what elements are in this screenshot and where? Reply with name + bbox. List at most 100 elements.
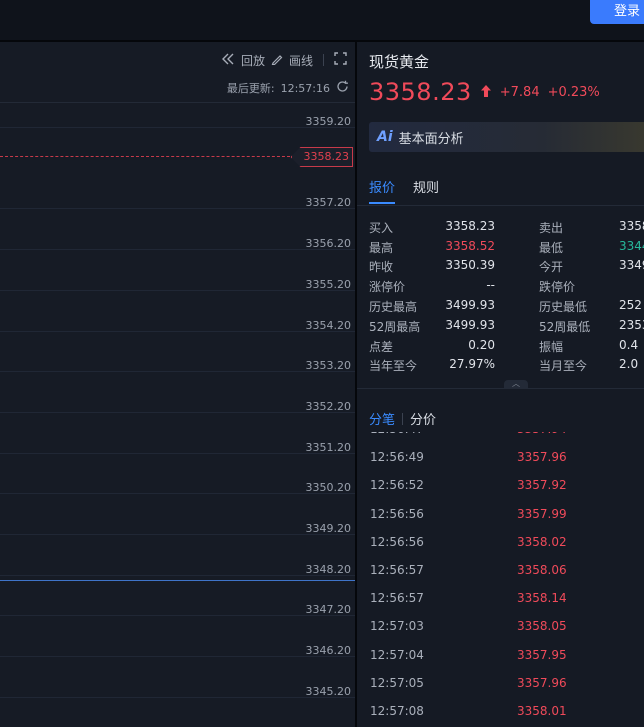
y-axis-label: 3345.20	[305, 685, 352, 698]
stat-label: 最高	[369, 241, 394, 255]
tick-time: 12:56:56	[370, 534, 424, 549]
price-chart[interactable]: 回放 画线 最后更新: 12:57:16 3359.20 3357.20 3356.…	[0, 42, 355, 727]
gridline	[0, 249, 355, 250]
detail-tabs: 报价 规则	[369, 177, 439, 204]
stat-row: 最高 3358.52 最低 3344	[369, 239, 644, 258]
trade-tabs: 分笔 分价	[369, 409, 436, 428]
toolbar-divider	[323, 54, 324, 66]
y-axis-label: 3350.20	[305, 481, 352, 494]
replay-button[interactable]: 回放	[241, 52, 265, 69]
stat-label: 当月至今	[539, 359, 588, 373]
y-axis-label: 3348.20	[305, 563, 352, 576]
tick-row: 12:57:04 3357.95	[370, 648, 630, 676]
login-button[interactable]: 登录	[590, 0, 644, 24]
gridline	[0, 371, 355, 372]
tick-time: 12:56:57	[370, 591, 424, 606]
stat-label: 52周最高	[369, 320, 421, 334]
tab-quote[interactable]: 报价	[369, 177, 396, 204]
top-bar: 登录	[0, 0, 644, 42]
collapse-chevron-icon[interactable]: ︿	[504, 380, 528, 388]
gridline	[0, 493, 355, 494]
stat-label: 跌停价	[539, 280, 576, 294]
tick-time: 12:56:52	[370, 478, 424, 493]
tick-row: 12:56:47 3357.94	[370, 432, 630, 450]
tick-price: 3357.95	[517, 647, 567, 662]
current-price-tag: 3358.23	[290, 147, 353, 167]
fullscreen-icon[interactable]	[334, 52, 347, 68]
stat-value: 3499.93	[445, 298, 495, 312]
stat-label: 振幅	[539, 340, 564, 354]
tick-price: 3358.06	[517, 563, 567, 577]
ai-logo-icon: Ai	[377, 129, 393, 145]
stat-value: 3499.93	[445, 318, 495, 332]
stat-row: 涨停价 -- 跌停价	[369, 278, 644, 297]
tab-ticks[interactable]: 分笔	[369, 409, 395, 428]
stat-value: 27.97%	[449, 357, 495, 371]
gridline	[0, 453, 355, 454]
tick-price: 3357.99	[517, 506, 567, 521]
stat-value: --	[486, 278, 495, 292]
tabs-divider	[357, 205, 644, 206]
draw-line-button[interactable]: 画线	[289, 52, 313, 69]
price-change: +7.84	[499, 84, 540, 100]
tick-price: 3357.92	[517, 478, 567, 493]
tick-time: 12:56:56	[370, 506, 424, 521]
tab-price-distribution[interactable]: 分价	[410, 409, 436, 428]
gridline	[0, 534, 355, 535]
price-change-pct: +0.23%	[547, 84, 600, 100]
stats-divider	[357, 388, 644, 389]
gridline	[0, 412, 355, 413]
stat-value: 3358	[619, 219, 644, 233]
pen-icon[interactable]	[271, 53, 283, 68]
stat-value: 252	[619, 298, 642, 312]
gridline	[0, 208, 355, 209]
last-update: 最后更新: 12:57:16	[227, 80, 349, 96]
y-axis-label: 3357.20	[305, 196, 352, 209]
tick-time: 12:57:03	[370, 619, 424, 634]
tick-price: 3358.05	[517, 619, 567, 634]
stat-value: 0.4	[619, 338, 639, 352]
tick-time: 12:56:57	[370, 563, 424, 577]
stat-value: 3358.23	[445, 219, 495, 233]
stat-value: 2353	[619, 318, 644, 332]
stat-label: 历史最高	[369, 300, 418, 314]
tick-price: 3357.94	[517, 432, 567, 436]
chart-header-divider	[0, 102, 355, 103]
stat-row: 历史最高 3499.93 历史最低 252	[369, 298, 644, 317]
tick-row: 12:56:56 3358.02	[370, 535, 630, 563]
chart-toolbar: 回放 画线	[221, 50, 347, 70]
ai-analysis-banner[interactable]: Ai 基本面分析	[369, 122, 644, 152]
y-axis-label: 3349.20	[305, 522, 352, 535]
tab-rules[interactable]: 规则	[413, 177, 439, 204]
gridline	[0, 290, 355, 291]
tick-price: 3357.96	[517, 450, 567, 465]
tick-time: 12:56:49	[370, 450, 424, 465]
refresh-icon[interactable]	[336, 80, 349, 96]
stat-label: 涨停价	[369, 280, 406, 294]
y-axis-label: 3352.20	[305, 400, 352, 413]
gridline	[0, 615, 355, 616]
y-axis-label: 3355.20	[305, 278, 352, 291]
last-price: 3358.23	[369, 78, 472, 106]
stat-label: 卖出	[539, 221, 564, 235]
tick-row: 12:57:08 3358.01	[370, 704, 630, 727]
y-axis-label: 3353.20	[305, 359, 352, 372]
stat-label: 买入	[369, 221, 394, 235]
tick-row: 12:57:03 3358.05	[370, 619, 630, 647]
quote-panel: 现货黄金 3358.23 +7.84 +0.23% Ai 基本面分析 报价 规则…	[357, 42, 644, 727]
tick-price: 3358.14	[517, 591, 567, 606]
stat-label: 昨收	[369, 260, 394, 274]
stat-value: 3350.39	[445, 258, 495, 272]
tick-row: 12:56:49 3357.96	[370, 450, 630, 478]
tick-list[interactable]: 12:56:47 3357.94 12:56:49 3357.96 12:56:52 33…	[357, 432, 644, 727]
stat-row: 当年至今 27.97% 当月至今 2.0	[369, 357, 644, 376]
stat-value: 3349	[619, 258, 644, 272]
stat-label: 点差	[369, 340, 394, 354]
tick-price: 3358.01	[517, 704, 567, 718]
tab-divider	[402, 412, 404, 425]
y-axis-label: 3351.20	[305, 441, 352, 454]
replay-icon[interactable]	[221, 53, 235, 68]
instrument-title: 现货黄金	[369, 53, 430, 71]
quote-summary: 3358.23 +7.84 +0.23%	[369, 78, 600, 106]
y-axis-label: 3359.20	[305, 115, 352, 128]
